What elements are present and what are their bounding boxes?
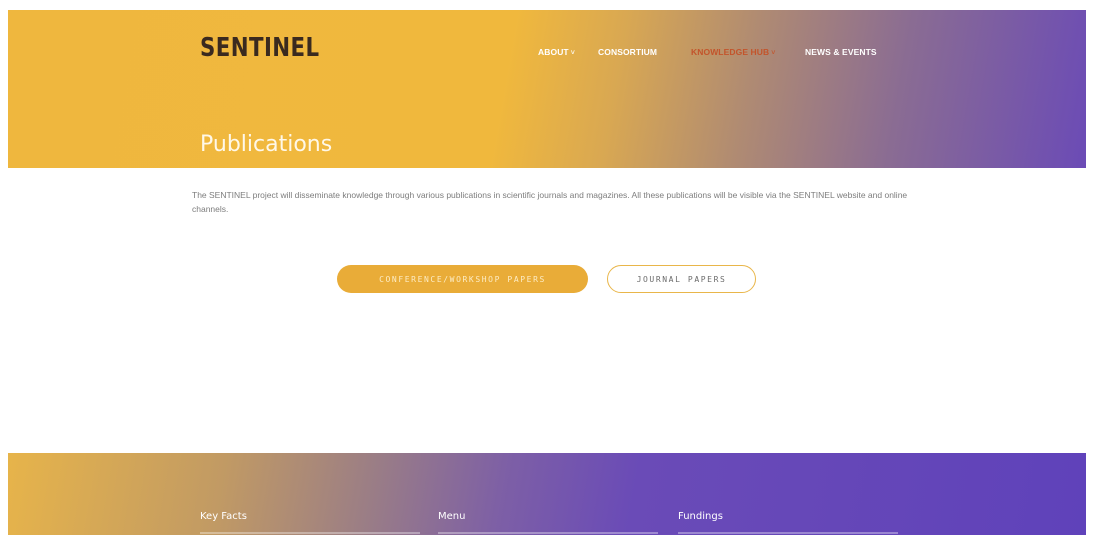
intro-text: The SENTINEL project will disseminate kn… [192,190,908,214]
footer-divider [678,532,898,534]
nav-item-consortium-label: CONSORTIUM [598,47,658,57]
footer-heading-fundings: Fundings [678,511,723,522]
nav-item-knowledge-hub-label: KNOWLEDGE HUB [691,47,770,57]
chevron-down-icon: ˅ [570,50,575,57]
hero-header: SENTINEL ABOUT ˅ CONSORTIUM KNOWLEDGE HUB… [8,10,1086,168]
nav-item-news-events[interactable]: NEWS & EVENTS [805,47,877,57]
footer-heading-menu: Menu [438,511,466,522]
footer-divider [438,532,658,534]
footer-heading-key-facts: Key Facts [200,511,247,522]
footer-divider [200,532,420,534]
nav-item-news-events-label: NEWS & EVENTS [805,47,877,57]
page-title: Publications [200,132,333,157]
page: SENTINEL ABOUT ˅ CONSORTIUM KNOWLEDGE HUB… [0,0,1094,535]
nav-item-knowledge-hub[interactable]: KNOWLEDGE HUB ˅ [691,47,775,57]
chevron-down-icon: ˅ [771,50,776,57]
conference-papers-button[interactable]: CONFERENCE/WORKSHOP PAPERS [337,265,588,293]
nav-item-consortium[interactable]: CONSORTIUM [598,47,657,57]
nav-item-about[interactable]: ABOUT ˅ [538,47,575,57]
footer: Key Facts Menu Fundings [8,453,1086,535]
nav-item-about-label: ABOUT [538,47,569,57]
site-logo[interactable]: SENTINEL [200,33,320,63]
journal-papers-button[interactable]: JOURNAL PAPERS [607,265,756,293]
